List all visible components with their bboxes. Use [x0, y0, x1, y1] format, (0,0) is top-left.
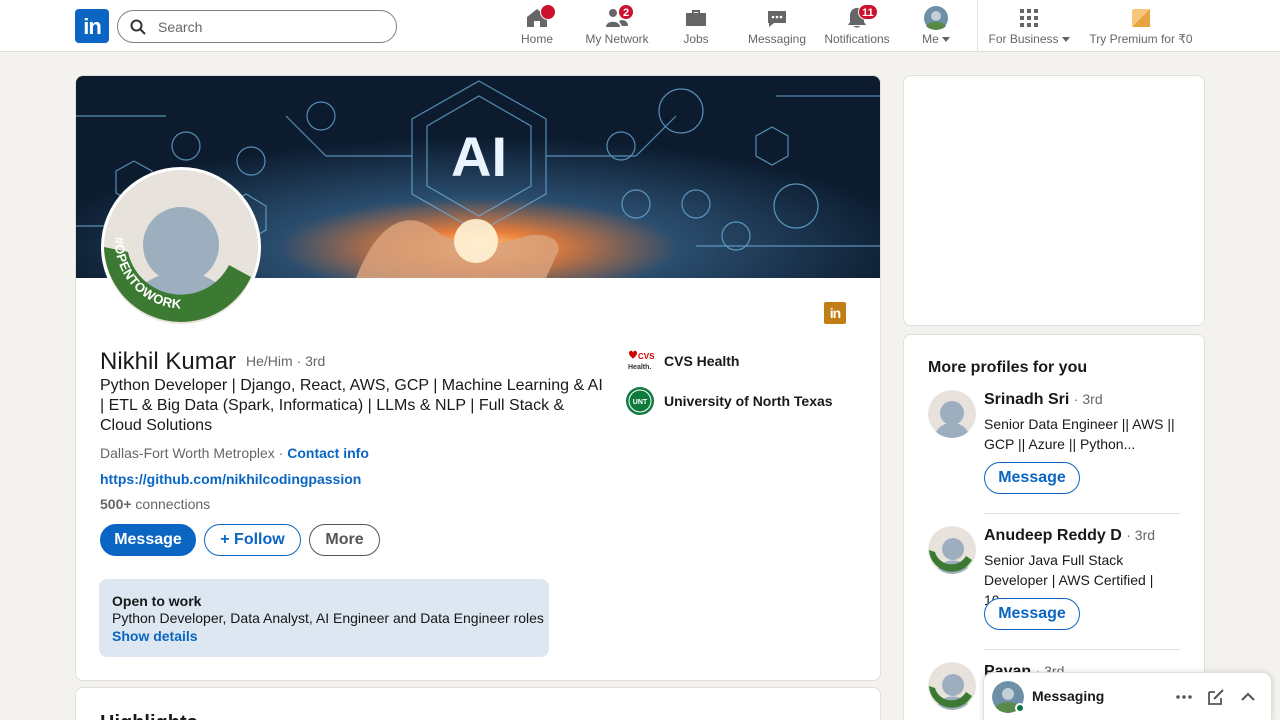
nav-divider — [977, 0, 978, 52]
nav-my-network-label: My Network — [585, 32, 649, 46]
follow-button[interactable]: + Follow — [204, 524, 301, 556]
nav-try-premium-label: Try Premium for ₹0 — [1089, 32, 1193, 46]
connections-count: 500+ connections — [100, 496, 211, 512]
notifications-badge: 11 — [858, 4, 878, 20]
profile-pronouns-degree: He/Him · 3rd — [246, 353, 326, 369]
divider — [984, 649, 1180, 650]
nav-home[interactable]: Home — [512, 0, 562, 52]
nav-for-business[interactable]: For Business — [986, 0, 1072, 52]
search-bar[interactable] — [117, 10, 397, 43]
nav-jobs-label: Jobs — [683, 32, 709, 46]
profile-avatar — [928, 390, 976, 438]
message-button[interactable]: Message — [100, 524, 196, 556]
home-notification-dot — [540, 4, 556, 20]
suggested-profile-name[interactable]: Srinadh Sri · 3rd — [984, 391, 1103, 409]
profile-name: Nikhil Kumar — [100, 348, 237, 375]
messaging-overlay[interactable]: Messaging — [983, 672, 1272, 720]
banner-ai-text: AI — [451, 125, 507, 188]
search-icon — [130, 19, 146, 35]
svg-text:CVS: CVS — [638, 352, 654, 361]
cvs-health-logo: CVS Health. — [626, 347, 654, 375]
premium-icon — [1132, 9, 1150, 27]
suggested-profile-name[interactable]: Anudeep Reddy D · 3rd — [984, 527, 1155, 545]
messaging-title: Messaging — [1032, 688, 1105, 704]
message-button[interactable]: Message — [984, 462, 1080, 494]
message-button[interactable]: Message — [984, 598, 1080, 630]
more-button[interactable]: More — [309, 524, 380, 556]
profile-avatar — [928, 662, 976, 710]
profile-headline: Python Developer | Django, React, AWS, G… — [100, 377, 603, 434]
contact-info-link[interactable]: Contact info — [287, 445, 369, 461]
nav-messaging-label: Messaging — [747, 32, 807, 46]
nav-notifications[interactable]: 11 Notifications — [820, 0, 894, 52]
top-nav: in Home 2 My Network Jobs Messaging 11 N… — [0, 0, 1280, 52]
online-status-dot — [1015, 703, 1025, 713]
ad-card — [903, 75, 1205, 326]
network-badge: 2 — [618, 4, 634, 20]
nav-for-business-label: For Business — [986, 32, 1072, 46]
unt-logo: UNT — [626, 387, 654, 415]
avatar-icon — [924, 6, 948, 30]
more-profiles-card: More profiles for you Srinadh Sri · 3rd … — [903, 334, 1205, 720]
svg-text:UNT: UNT — [633, 399, 648, 406]
open-to-work-roles: Python Developer, Data Analyst, AI Engin… — [112, 610, 544, 626]
nav-my-network[interactable]: 2 My Network — [583, 0, 651, 52]
grid-icon — [1020, 9, 1038, 27]
open-to-work-title: Open to work — [112, 593, 202, 609]
nav-jobs[interactable]: Jobs — [676, 0, 716, 52]
suggested-profile-headline: Senior Data Engineer || AWS || GCP || Az… — [984, 416, 1175, 452]
experience-cvs-label: CVS Health — [664, 353, 740, 369]
divider — [984, 513, 1180, 514]
highlights-card: Highlights — [75, 687, 881, 720]
education-unt-label: University of North Texas — [664, 393, 833, 409]
more-options-icon[interactable] — [1174, 687, 1194, 707]
show-details-link[interactable]: Show details — [112, 628, 198, 644]
nav-try-premium[interactable]: Try Premium for ₹0 — [1088, 0, 1194, 52]
svg-text:Health.: Health. — [628, 364, 651, 371]
chevron-down-icon — [941, 37, 950, 43]
linkedin-logo-icon[interactable]: in — [75, 9, 109, 43]
more-profiles-title: More profiles for you — [928, 359, 1088, 376]
chevron-up-icon[interactable] — [1238, 687, 1258, 707]
nav-notifications-label: Notifications — [824, 32, 890, 46]
chevron-down-icon — [1061, 37, 1070, 43]
profile-location: Dallas-Fort Worth Metroplex · Contact in… — [100, 445, 369, 461]
highlights-title: Highlights — [100, 712, 198, 720]
chat-icon — [768, 11, 786, 27]
search-input[interactable] — [158, 17, 388, 37]
linkedin-verification-icon[interactable]: in — [824, 302, 846, 324]
nav-me-label: Me — [915, 32, 957, 46]
nav-messaging[interactable]: Messaging — [746, 0, 808, 52]
profile-photo[interactable]: #OPENTOWORK — [101, 167, 261, 327]
briefcase-icon — [686, 10, 706, 26]
profile-card: AI #OPENTOWORK in Nikhil Kumar He/Him · … — [75, 75, 881, 681]
website-link[interactable]: https://github.com/nikhilcodingpassion — [100, 471, 361, 487]
nav-me[interactable]: Me — [915, 0, 957, 52]
compose-icon[interactable] — [1206, 687, 1226, 707]
profile-avatar — [928, 526, 976, 574]
open-to-work-box: Open to work Python Developer, Data Anal… — [99, 579, 549, 657]
nav-home-label: Home — [520, 32, 553, 46]
